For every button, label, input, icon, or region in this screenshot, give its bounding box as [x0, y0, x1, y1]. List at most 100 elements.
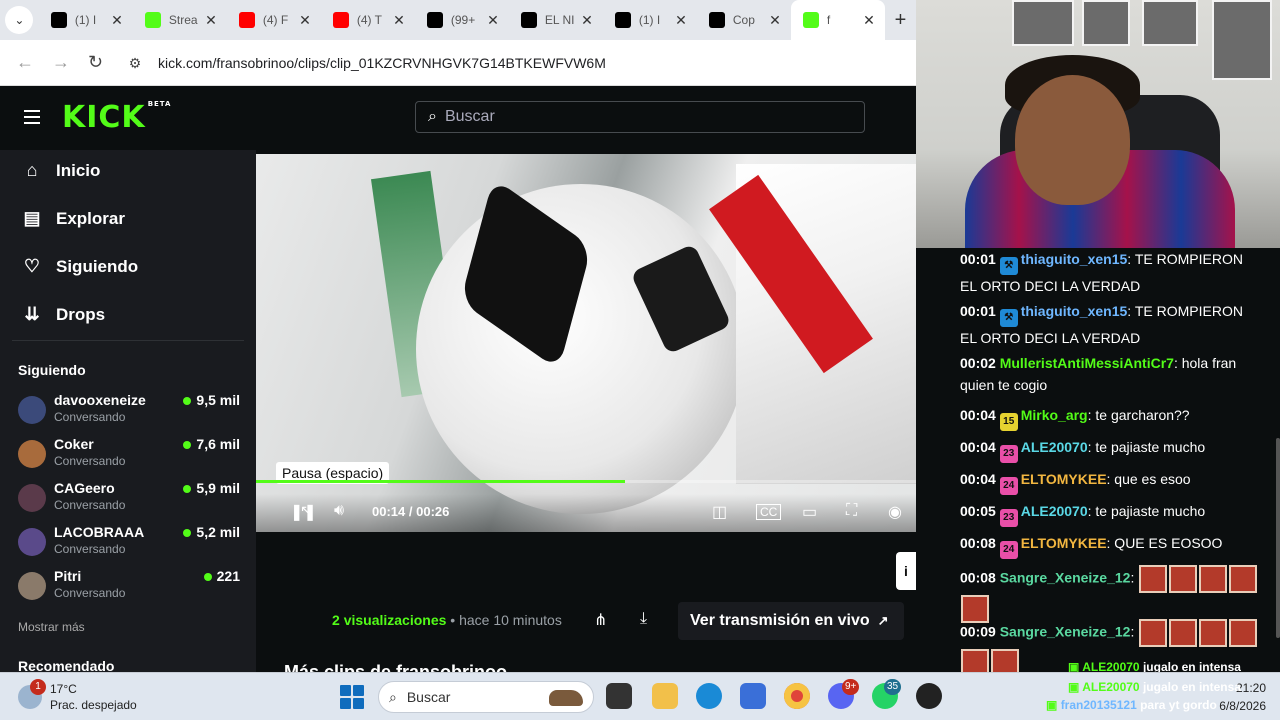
store-icon[interactable]: [740, 683, 766, 709]
following-channel[interactable]: LACOBRAAA Conversando 5,2 mil: [18, 522, 246, 562]
kick-logo[interactable]: KICK BETA: [62, 100, 171, 135]
wall-poster: [1212, 0, 1272, 80]
discord-badge: 9+: [842, 679, 860, 695]
chat-username[interactable]: thiaguito_xen15: [1021, 303, 1128, 319]
sidebar-item-label: Siguiendo: [56, 256, 139, 276]
sidebar-item-label: Explorar: [56, 208, 125, 228]
views-count: 2: [332, 612, 340, 628]
close-icon[interactable]: ✕: [299, 12, 311, 29]
captions-icon[interactable]: CC: [756, 504, 782, 520]
following-channel[interactable]: Pitri Conversando 221: [18, 566, 246, 606]
url-field[interactable]: ⚙ kick.com/fransobrinoo/clips/clip_01KZC…: [120, 48, 910, 78]
browser-tab[interactable]: (99+ ✕: [415, 0, 509, 40]
sidebar-item-drops[interactable]: ⇊ Drops: [22, 304, 105, 325]
task-view-icon[interactable]: [606, 683, 632, 709]
close-icon[interactable]: ✕: [111, 12, 123, 29]
download-icon[interactable]: ⤓: [640, 610, 647, 628]
emote-icon: [991, 649, 1019, 672]
youtube-icon: [332, 12, 349, 28]
chat-timestamp: 00:04: [960, 439, 996, 455]
close-icon[interactable]: ✕: [769, 12, 781, 29]
sidebar-item-explorar[interactable]: ▤ Explorar: [22, 208, 125, 229]
chat-username[interactable]: ALE20070: [1021, 439, 1088, 455]
tab-title: EL NI: [544, 13, 575, 27]
viewer-count-text: 5,9 mil: [196, 480, 240, 496]
sidebar-item-inicio[interactable]: ⌂ Inicio: [22, 160, 101, 181]
overlay-chat-line: ▣ fran20135121 para yt gordo: [1046, 698, 1217, 712]
chrome-icon[interactable]: [784, 683, 810, 709]
chat-username[interactable]: Sangre_Xeneize_12: [1000, 570, 1131, 586]
emote-icon: [1229, 619, 1258, 647]
browser-tab[interactable]: Cop ✕: [697, 0, 791, 40]
windows-start-icon[interactable]: [340, 685, 364, 709]
taskbar-search[interactable]: ⌕ Buscar: [378, 681, 594, 713]
browser-tab[interactable]: (1) I ✕: [603, 0, 697, 40]
subscriber-badge-icon: 23: [999, 445, 1018, 463]
volume-icon[interactable]: 🔊︎: [334, 502, 344, 520]
browser-tab[interactable]: (4) T ✕: [321, 0, 415, 40]
browser-tab[interactable]: Strea ✕: [133, 0, 227, 40]
browser-tab[interactable]: (1) I ✕: [39, 0, 133, 40]
overlay-text: jugalo en intensa: [1142, 680, 1241, 694]
close-icon[interactable]: ✕: [487, 12, 499, 29]
video-player[interactable]: Pausa (espacio) ❚❚ ↖ 🔊︎ 00:14 / 00:26 ◫ …: [256, 154, 916, 532]
chat-username[interactable]: Mirko_arg: [1021, 407, 1088, 423]
edge-icon[interactable]: [696, 683, 722, 709]
back-icon[interactable]: ←: [16, 52, 34, 73]
channel-category: Conversando: [54, 542, 126, 556]
share-icon[interactable]: ⋔: [594, 610, 607, 630]
reload-icon[interactable]: ↻: [88, 52, 103, 73]
site-info-icon[interactable]: ⚙: [120, 55, 150, 72]
chat-username[interactable]: MulleristAntiMessiAntiCr7: [1000, 355, 1174, 371]
chat-username[interactable]: Sangre_Xeneize_12: [1000, 624, 1131, 640]
logo-beta-badge: BETA: [147, 100, 172, 108]
watch-live-button[interactable]: Ver transmisión en vivo ↗: [678, 602, 904, 640]
search-input[interactable]: ⌕ Buscar: [415, 101, 865, 133]
weather-widget[interactable]: 1 17°C Prac. despejado: [18, 679, 137, 713]
browser-tab[interactable]: (4) F ✕: [227, 0, 321, 40]
chat-scrollbar[interactable]: [1276, 438, 1280, 638]
subscriber-badge-icon: ⚒: [999, 309, 1018, 327]
weather-badge: 1: [30, 679, 46, 695]
chat-username[interactable]: ALE20070: [1021, 503, 1088, 519]
time-separator: /: [408, 504, 413, 519]
chat-username[interactable]: ELTOMYKEE: [1021, 535, 1107, 551]
external-link-icon: ↗: [877, 613, 889, 628]
subscriber-badge-icon: 24: [999, 541, 1018, 559]
file-explorer-icon[interactable]: [652, 683, 678, 709]
viewer-count-text: 7,6 mil: [196, 436, 240, 452]
tab-title: f: [826, 13, 831, 27]
overlay-user: fran20135121: [1060, 698, 1137, 712]
progress-bar[interactable]: [256, 480, 916, 483]
following-channel[interactable]: Coker Conversando 7,6 mil: [18, 434, 246, 474]
theater-mode-icon[interactable]: ▭: [802, 502, 817, 522]
browser-tab[interactable]: f ✕: [790, 0, 885, 40]
tab-search-button[interactable]: ⌄: [0, 0, 39, 40]
live-dot-icon: [183, 485, 192, 493]
recording-app-icon[interactable]: [916, 683, 942, 709]
pip-icon[interactable]: ◫: [712, 502, 727, 522]
x-icon: [50, 12, 67, 28]
fullscreen-icon[interactable]: ⛶: [846, 502, 857, 520]
live-dot-icon: [183, 441, 192, 449]
forward-icon[interactable]: →: [52, 52, 70, 73]
sidebar-item-siguiendo[interactable]: ♡ Siguiendo: [22, 256, 138, 277]
sidebar-divider: [12, 340, 244, 341]
chat-username[interactable]: thiaguito_xen15: [1021, 251, 1128, 267]
browser-tab[interactable]: EL NI ✕: [509, 0, 603, 40]
chat-message: 00:04 23 ALE20070: te pajiaste mucho: [960, 436, 1260, 463]
close-icon[interactable]: ✕: [863, 12, 875, 29]
close-icon[interactable]: ✕: [581, 12, 593, 29]
emote-icon: [1229, 565, 1258, 593]
chat-username[interactable]: ELTOMYKEE: [1021, 471, 1107, 487]
following-channel[interactable]: CAGeero Conversando 5,9 mil: [18, 478, 246, 518]
close-icon[interactable]: ✕: [205, 12, 217, 29]
close-icon[interactable]: ✕: [675, 12, 687, 29]
following-channel[interactable]: davooxeneize Conversando 9,5 mil: [18, 390, 246, 430]
show-more-link[interactable]: Mostrar más: [18, 620, 85, 634]
menu-icon[interactable]: [24, 110, 40, 124]
close-icon[interactable]: ✕: [393, 12, 405, 29]
playback-settings-icon[interactable]: ◉: [888, 502, 902, 522]
new-tab-button[interactable]: +: [885, 9, 916, 32]
chat-expand-handle[interactable]: i: [896, 552, 916, 590]
